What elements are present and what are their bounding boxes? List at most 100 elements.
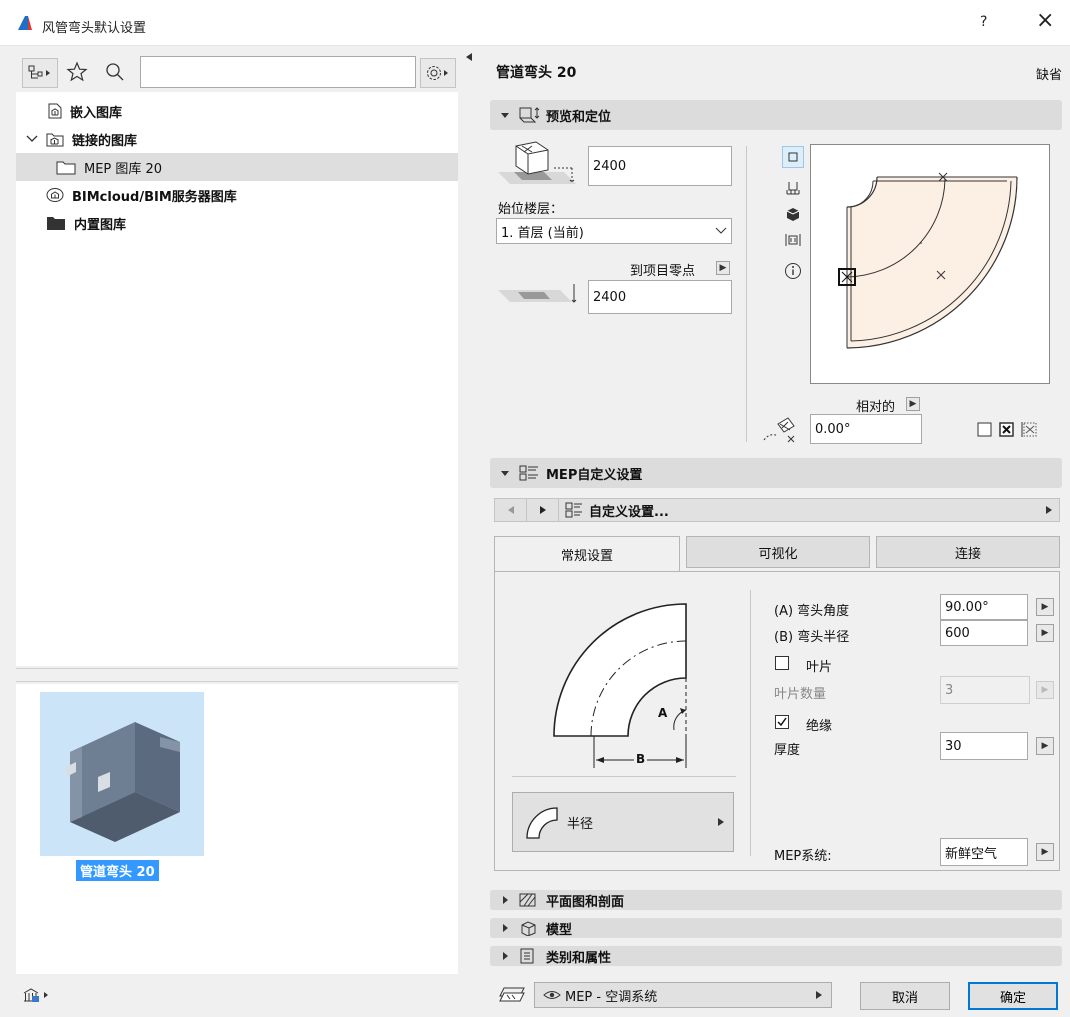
angle-input[interactable] (940, 594, 1028, 620)
tab-connection[interactable]: 连接 (876, 536, 1060, 568)
linked-library-folder-icon (46, 133, 64, 147)
library-manager-button[interactable] (22, 984, 52, 1006)
tree-item-linked[interactable]: 链接的图库 (16, 125, 458, 153)
triangle-right-icon (503, 896, 508, 904)
embedded-library-icon (48, 103, 62, 119)
section-preview-positioning[interactable]: 预览和定位 (490, 100, 1062, 130)
section-mep-custom[interactable]: MEP自定义设置 (490, 458, 1062, 488)
elevation-input[interactable] (588, 280, 732, 314)
vane-count-arrow-button[interactable]: ▶ (1036, 681, 1054, 699)
3d-view-icon[interactable] (785, 206, 801, 222)
home-story-value: 1. 首层 (当前) (501, 225, 584, 241)
tab-general[interactable]: 常规设置 (494, 536, 680, 572)
angle-arrow-button[interactable]: ▶ (1036, 598, 1054, 616)
custom-settings-dropdown[interactable]: 自定义设置... (559, 499, 1059, 521)
tree-item-label: MEP 图库 20 (84, 161, 163, 177)
search-icon[interactable] (104, 61, 126, 83)
triangle-right-icon (816, 991, 822, 999)
divider (750, 590, 751, 856)
mep-system-field[interactable]: 新鲜空气 (940, 838, 1028, 866)
mirror-dashed-icon[interactable] (1020, 421, 1038, 439)
elbow-plan-preview (838, 172, 1018, 349)
thickness-input[interactable] (940, 732, 1028, 760)
mirror-none-icon[interactable] (976, 421, 994, 439)
custom-settings-bar: 自定义设置... (494, 498, 1060, 522)
triangle-right-icon (503, 924, 508, 932)
object-caption: 管道弯头 20 (76, 860, 159, 881)
angle-label: (A) 弯头角度 (774, 604, 850, 619)
rotation-angle-input[interactable] (810, 414, 922, 444)
chevron-down-icon (715, 227, 727, 234)
to-project-zero-arrow[interactable]: ▶ (716, 261, 730, 275)
vane-count-input[interactable] (940, 676, 1030, 704)
triangle-down-icon (501, 471, 509, 476)
collapse-arrow-icon[interactable] (465, 52, 473, 62)
diagram-label-a: A (658, 706, 668, 720)
tree-item-embedded[interactable]: 嵌入图库 (16, 97, 458, 125)
divider (512, 776, 736, 777)
library-settings-button[interactable] (420, 58, 456, 88)
triangle-right-icon (503, 952, 508, 960)
tree-item-label: 链接的图库 (72, 133, 138, 149)
cancel-button[interactable]: 取消 (860, 982, 950, 1010)
mirror-checked-icon[interactable] (998, 421, 1016, 439)
view-plan-button[interactable] (782, 146, 804, 168)
star-icon[interactable] (66, 61, 88, 83)
layer-icon (499, 987, 525, 1002)
elbow-shape-button[interactable]: 半径 (512, 792, 734, 852)
object-preview-area: 管道弯头 20 (16, 684, 458, 974)
divider (746, 146, 747, 442)
chevron-down-icon[interactable] (26, 134, 38, 144)
tree-item-bimcloud[interactable]: BIMcloud/BIM服务器图库 (16, 181, 458, 209)
preview-position-icon (519, 107, 540, 123)
section-title: 类别和属性 (546, 950, 612, 966)
ok-button[interactable]: 确定 (968, 982, 1058, 1010)
tree-item-builtin[interactable]: 内置图库 (16, 209, 458, 237)
section-title: MEP自定义设置 (546, 467, 643, 483)
pane-splitter[interactable] (16, 668, 458, 682)
folder-icon (56, 161, 76, 175)
elevation-view-icon[interactable] (785, 232, 801, 248)
thickness-arrow-button[interactable]: ▶ (1036, 737, 1054, 755)
help-button[interactable]: ? (980, 14, 987, 30)
section-category[interactable]: 类别和属性 (490, 946, 1062, 966)
tree-item-mep-library[interactable]: MEP 图库 20 (16, 153, 458, 181)
info-icon[interactable] (784, 262, 802, 280)
mep-system-value: 新鲜空气 (945, 846, 998, 862)
mep-system-arrow-button[interactable]: ▶ (1036, 843, 1054, 861)
radius-label: (B) 弯头半径 (774, 630, 850, 645)
object-thumbnail[interactable] (40, 692, 204, 856)
title-bar: 风管弯头默认设置 ? × (0, 0, 1070, 46)
radius-input[interactable] (940, 620, 1028, 646)
object-height-input[interactable] (588, 146, 732, 186)
search-input[interactable] (140, 56, 416, 88)
elbow-shape-label: 半径 (567, 816, 594, 832)
layer-select[interactable]: MEP - 空调系统 (534, 982, 832, 1008)
next-page-button[interactable] (527, 499, 559, 521)
square-icon (788, 152, 798, 162)
library-mode-button[interactable] (22, 58, 58, 88)
vanes-checkbox[interactable] (774, 655, 790, 671)
section-model[interactable]: 模型 (490, 918, 1062, 938)
document-list-icon (520, 948, 534, 964)
floor-plan-icon (519, 893, 536, 907)
section-title: 平面图和剖面 (546, 894, 625, 910)
prev-page-button[interactable] (495, 499, 527, 521)
insulation-checkbox[interactable] (774, 714, 790, 730)
section-view-icon[interactable] (785, 180, 801, 196)
mep-system-label: MEP系统: (774, 849, 832, 864)
custom-settings-icon (565, 502, 582, 518)
library-tree: 嵌入图库 链接的图库 MEP 图库 20 BIMcloud/BIM服务器图库 内… (16, 92, 458, 666)
close-button[interactable]: × (1036, 10, 1054, 32)
vanes-label: 叶片 (806, 660, 833, 675)
preview-canvas[interactable] (810, 144, 1050, 384)
home-story-select[interactable]: 1. 首层 (当前) (496, 218, 732, 244)
duct-elbow-3d-icon (66, 722, 180, 842)
relative-arrow[interactable]: ▶ (906, 397, 920, 411)
radius-arrow-button[interactable]: ▶ (1036, 624, 1054, 642)
section-plan-section[interactable]: 平面图和剖面 (490, 890, 1062, 910)
tab-visualization[interactable]: 可视化 (686, 536, 870, 568)
insulation-label: 绝缘 (806, 719, 833, 734)
triangle-down-icon (501, 113, 509, 118)
triangle-right-icon (718, 818, 724, 826)
